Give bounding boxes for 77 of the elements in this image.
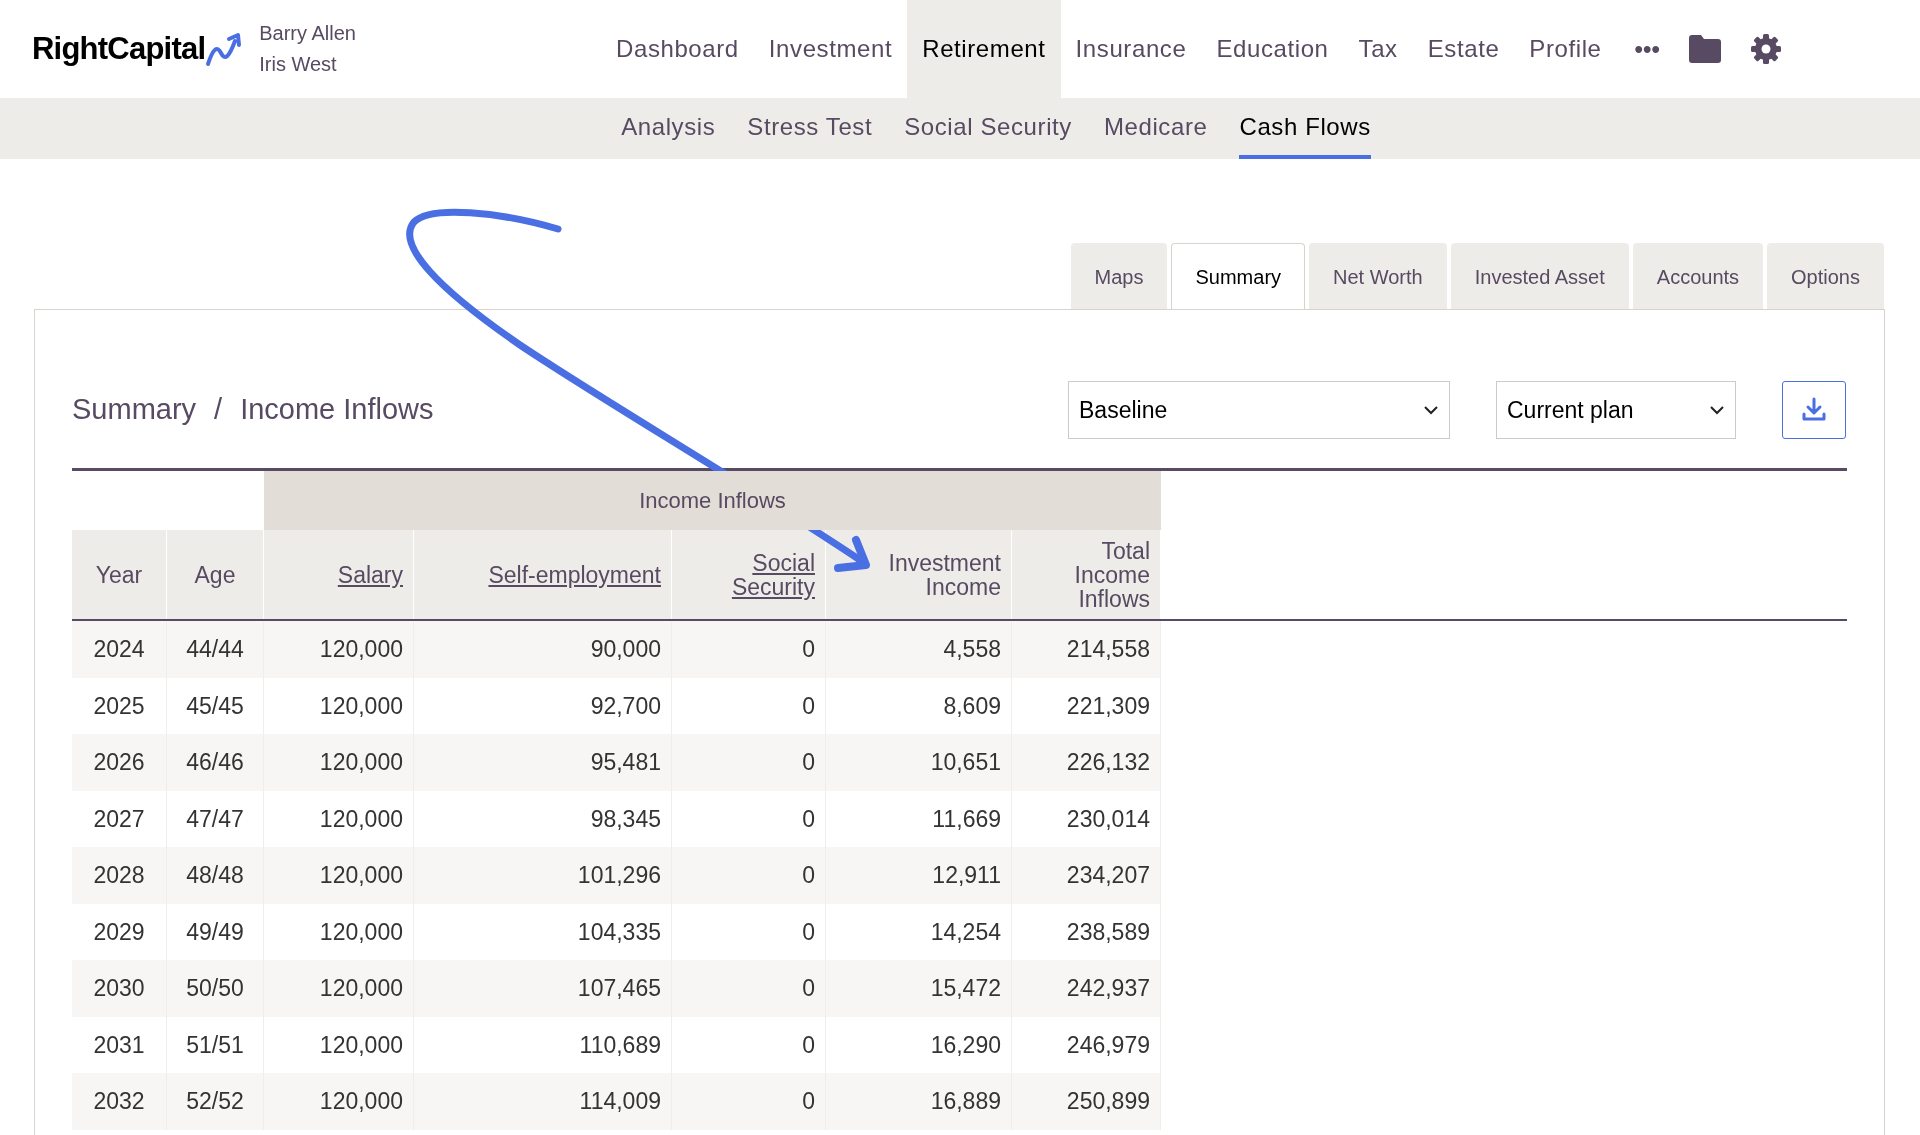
dropdown[interactable]: Current plan — [1496, 381, 1736, 439]
client-name: Barry Allen — [259, 21, 356, 46]
table-cell: 120,000 — [264, 847, 414, 904]
table-cell: 50/50 — [167, 960, 264, 1017]
group-header-label: Income Inflows — [639, 487, 786, 515]
table-cell: 101,296 — [414, 847, 672, 904]
table-cell: 120,000 — [264, 734, 414, 791]
table-cell: 48/48 — [167, 847, 264, 904]
logo: RightCapital — [32, 29, 206, 68]
table-cell: 0 — [672, 621, 826, 678]
table-cell: 46/46 — [167, 734, 264, 791]
table-cell: 120,000 — [264, 1073, 414, 1130]
column-header: Age — [167, 530, 264, 619]
table-cell: 52/52 — [167, 1073, 264, 1130]
column-header: Total Income Inflows — [1012, 530, 1161, 619]
table-cell: 234,207 — [1012, 847, 1161, 904]
dropdown[interactable]: Baseline — [1068, 381, 1450, 439]
table-cell: 0 — [672, 734, 826, 791]
table-cell: 214,558 — [1012, 621, 1161, 678]
chevron-down-icon — [1709, 405, 1725, 415]
column-header[interactable]: Social Security — [672, 530, 826, 619]
table-cell: 114,009 — [414, 1073, 672, 1130]
download-button[interactable] — [1782, 381, 1846, 439]
breadcrumb-separator: / — [214, 392, 223, 428]
table-cell: 242,937 — [1012, 960, 1161, 1017]
table-cell: 0 — [672, 1073, 826, 1130]
nav-tab[interactable]: Tax — [1343, 0, 1413, 98]
table-cell: 44/44 — [167, 621, 264, 678]
table-cell: 2028 — [72, 847, 167, 904]
download-icon — [1801, 397, 1827, 423]
table-cell: 226,132 — [1012, 734, 1161, 791]
nav-tab[interactable]: Insurance — [1060, 0, 1202, 98]
table-cell: 2032 — [72, 1073, 167, 1130]
tab[interactable]: Maps — [1070, 243, 1168, 309]
nav-tab[interactable]: Education — [1201, 0, 1344, 98]
nav-tab[interactable]: Estate — [1412, 0, 1515, 98]
nav-tab[interactable]: Retirement — [907, 0, 1061, 98]
chevron-down-icon — [1423, 405, 1439, 415]
subnav-tab[interactable]: Medicare — [1103, 98, 1208, 159]
column-header: Investment Income — [826, 530, 1012, 619]
table-cell: 250,899 — [1012, 1073, 1161, 1130]
column-header[interactable]: Self-employment — [414, 530, 672, 619]
table-cell: 2030 — [72, 960, 167, 1017]
tab[interactable]: Summary — [1171, 243, 1306, 309]
table-cell: 120,000 — [264, 621, 414, 678]
table-cell: 2024 — [72, 621, 167, 678]
table-cell: 120,000 — [264, 960, 414, 1017]
nav-tab[interactable]: Dashboard — [601, 0, 754, 98]
client-name: Iris West — [259, 52, 338, 77]
settings-icon[interactable] — [1749, 33, 1782, 65]
column-header[interactable]: Salary — [264, 530, 414, 619]
breadcrumb-item[interactable]: Summary — [72, 388, 197, 432]
more-button[interactable]: ••• — [1616, 0, 1678, 98]
subnav-tab[interactable]: Stress Test — [747, 98, 873, 159]
nav-tab[interactable]: Investment — [753, 0, 908, 98]
table-cell: 10,651 — [826, 734, 1012, 791]
table-cell: 90,000 — [414, 621, 672, 678]
subnav-tab[interactable]: Analysis — [621, 98, 716, 159]
table-cell: 16,889 — [826, 1073, 1012, 1130]
table-cell: 107,465 — [414, 960, 672, 1017]
table-cell: 2026 — [72, 734, 167, 791]
table-cell: 0 — [672, 960, 826, 1017]
tab[interactable]: Accounts — [1632, 243, 1764, 309]
tab[interactable]: Options — [1767, 243, 1884, 309]
subnav-tab[interactable]: Social Security — [904, 98, 1072, 159]
folder-icon[interactable] — [1687, 34, 1722, 64]
table-cell: 0 — [672, 847, 826, 904]
nav-tab[interactable]: Profile — [1514, 0, 1617, 98]
table-cell: 95,481 — [414, 734, 672, 791]
breadcrumb-item: Income Inflows — [240, 392, 434, 428]
table-cell: 12,911 — [826, 847, 1012, 904]
subnav-tab[interactable]: Cash Flows — [1239, 98, 1371, 159]
tab[interactable]: Invested Asset — [1450, 243, 1629, 309]
tab[interactable]: Net Worth — [1309, 243, 1447, 309]
table-cell: 15,472 — [826, 960, 1012, 1017]
table-cell: 4,558 — [826, 621, 1012, 678]
column-header: Year — [72, 530, 167, 619]
